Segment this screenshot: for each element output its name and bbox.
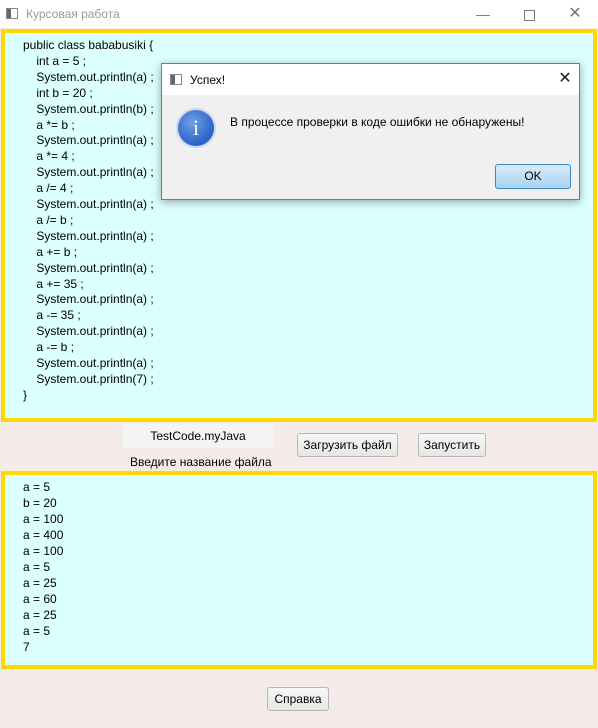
code-line: System.out.println(a) ; [23,292,154,307]
dialog-header: Успех! ✕ [162,64,579,95]
code-line: System.out.println(a) ; [23,197,154,211]
help-button[interactable]: Справка [267,687,329,711]
code-line: System.out.println(a) ; [23,165,154,180]
output-line: 7 [23,639,30,654]
window-title: Курсовая работа [26,7,120,21]
dialog-app-icon [170,74,182,85]
code-line: a -= b ; [23,340,75,355]
maximize-icon [523,9,535,21]
ok-button[interactable]: OK [495,164,571,189]
minimize-button[interactable]: — [460,0,506,28]
close-window-button[interactable]: ✕ [552,0,598,28]
run-button[interactable]: Запустить [418,433,486,457]
code-line: System.out.println(a) ; [23,69,154,84]
output-line: a = 5 [23,559,51,574]
code-line: System.out.println(a) ; [23,228,154,243]
output-line: a = 60 [23,591,57,606]
filename-hint: Введите название файла [130,455,272,469]
dialog-title: Успех! [190,73,226,87]
code-line: int a = 5 ; [23,53,87,68]
output-line: b = 20 [23,495,57,510]
code-line: public class bababusiki { [23,38,154,52]
code-line: System.out.println(a) ; [23,324,154,339]
code-line: a += 35 ; [23,276,84,291]
output-line: a = 25 [23,607,57,622]
code-line: a += b ; [23,244,78,259]
output-line: a = 100 [23,511,64,526]
output-line: a = 25 [23,575,57,590]
code-line: a /= 4 ; [23,181,74,196]
code-line: a -= 35 ; [23,308,81,323]
dialog-message: В процессе проверки в коде ошибки не обн… [230,115,525,129]
load-file-button[interactable]: Загрузить файл [297,433,398,457]
code-line: System.out.println(a) ; [23,356,154,370]
filename-input[interactable]: TestCode.myJava [123,424,273,448]
code-line: System.out.println(7) ; [23,371,154,386]
code-line: System.out.println(a) ; [23,260,154,275]
output-line: a = 5 [23,623,51,638]
output-line: a = 400 [23,527,64,542]
code-line: System.out.println(a) ; [23,133,154,148]
code-line: } [23,387,28,402]
output-console: a = 5b = 20 a = 100 a = 400 a = 100 a = 5a =… [1,471,597,669]
dialog-close-button[interactable]: ✕ [554,68,576,90]
code-line: a *= b ; [23,117,75,132]
code-line: a *= 4 ; [23,149,75,164]
title-bar: Курсовая работа — ✕ [0,0,598,28]
code-line: System.out.println(b) ; [23,101,154,116]
code-line: int b = 20 ; [23,85,93,100]
output-line: a = 100 [23,543,64,558]
output-line: a = 5 [23,480,51,494]
maximize-button[interactable] [506,0,552,28]
app-icon [6,8,18,19]
code-line: a /= b ; [23,212,74,227]
success-dialog: Успех! ✕ i В процессе проверки в коде ош… [161,63,580,200]
info-icon: i [178,110,214,146]
